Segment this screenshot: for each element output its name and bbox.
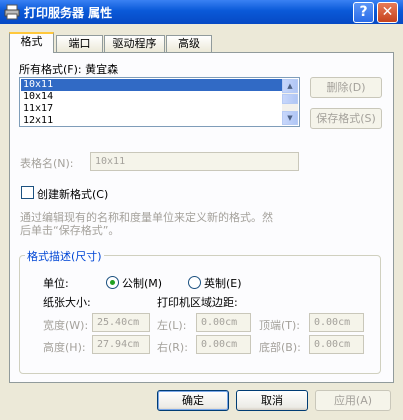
delete-button[interactable]: 删除(D) xyxy=(310,77,382,98)
ok-button[interactable]: 确定 xyxy=(157,390,229,411)
imperial-label[interactable]: 英制(E) xyxy=(204,275,242,291)
tab-drivers[interactable]: 驱动程序 xyxy=(104,35,165,52)
title-bar: 打印服务器 属性 ? ✕ xyxy=(0,0,403,24)
imperial-radio[interactable] xyxy=(188,276,201,289)
width-label: 宽度(W): xyxy=(43,319,89,332)
tab-ports[interactable]: 端口 xyxy=(56,35,103,52)
list-item[interactable]: 10x11 xyxy=(21,79,282,91)
width-input[interactable]: 25.40cm xyxy=(92,313,150,332)
bottom-margin-input[interactable]: 0.00cm xyxy=(309,335,364,354)
apply-button[interactable]: 应用(A) xyxy=(315,390,391,411)
description-line-2: 后单击“保存格式”。 xyxy=(20,224,120,237)
printer-icon xyxy=(4,4,20,20)
scrollbar[interactable]: ▲ ▼ xyxy=(282,79,298,125)
printer-area-label: 打印机区域边距: xyxy=(157,296,238,309)
cancel-button[interactable]: 取消 xyxy=(236,390,308,411)
metric-label[interactable]: 公制(M) xyxy=(122,275,162,291)
tab-format[interactable]: 格式 xyxy=(9,32,54,53)
scroll-thumb[interactable] xyxy=(282,94,298,104)
close-button[interactable]: ✕ xyxy=(377,2,398,23)
group-title: 格式描述(尺寸) xyxy=(25,248,104,264)
list-item[interactable]: 11x17 xyxy=(21,103,53,115)
top-margin-input[interactable]: 0.00cm xyxy=(309,313,364,332)
radio-selected-icon xyxy=(110,280,115,285)
top-margin-label: 顶端(T): xyxy=(259,319,301,332)
list-item[interactable]: 10x14 xyxy=(21,91,53,103)
formats-listbox[interactable]: 10x11 10x14 11x17 12x11 ▲ ▼ xyxy=(19,77,300,127)
right-margin-input[interactable]: 0.00cm xyxy=(196,335,251,354)
form-name-label: 表格名(N): xyxy=(20,157,74,170)
scroll-up-icon[interactable]: ▲ xyxy=(282,79,298,93)
scroll-down-icon[interactable]: ▼ xyxy=(282,111,298,125)
form-name-input[interactable]: 10x11 xyxy=(90,152,299,171)
metric-radio[interactable] xyxy=(106,276,119,289)
paper-size-label: 纸张大小: xyxy=(43,296,91,309)
unit-label: 单位: xyxy=(43,277,69,290)
formats-label: 所有格式(F): 黄宜森 xyxy=(19,63,119,76)
save-format-button[interactable]: 保存格式(S) xyxy=(310,108,382,129)
list-item[interactable]: 12x11 xyxy=(21,115,53,126)
height-label: 高度(H): xyxy=(43,341,86,354)
left-margin-input[interactable]: 0.00cm xyxy=(196,313,251,332)
tab-advanced[interactable]: 高级 xyxy=(166,35,212,52)
left-margin-label: 左(L): xyxy=(157,319,187,332)
bottom-margin-label: 底部(B): xyxy=(259,341,301,354)
create-new-label[interactable]: 创建新格式(C) xyxy=(37,186,108,202)
window-title: 打印服务器 属性 xyxy=(24,6,113,20)
create-new-checkbox[interactable] xyxy=(21,186,34,199)
height-input[interactable]: 27.94cm xyxy=(92,335,150,354)
help-button[interactable]: ? xyxy=(353,2,374,23)
right-margin-label: 右(R): xyxy=(157,341,188,354)
